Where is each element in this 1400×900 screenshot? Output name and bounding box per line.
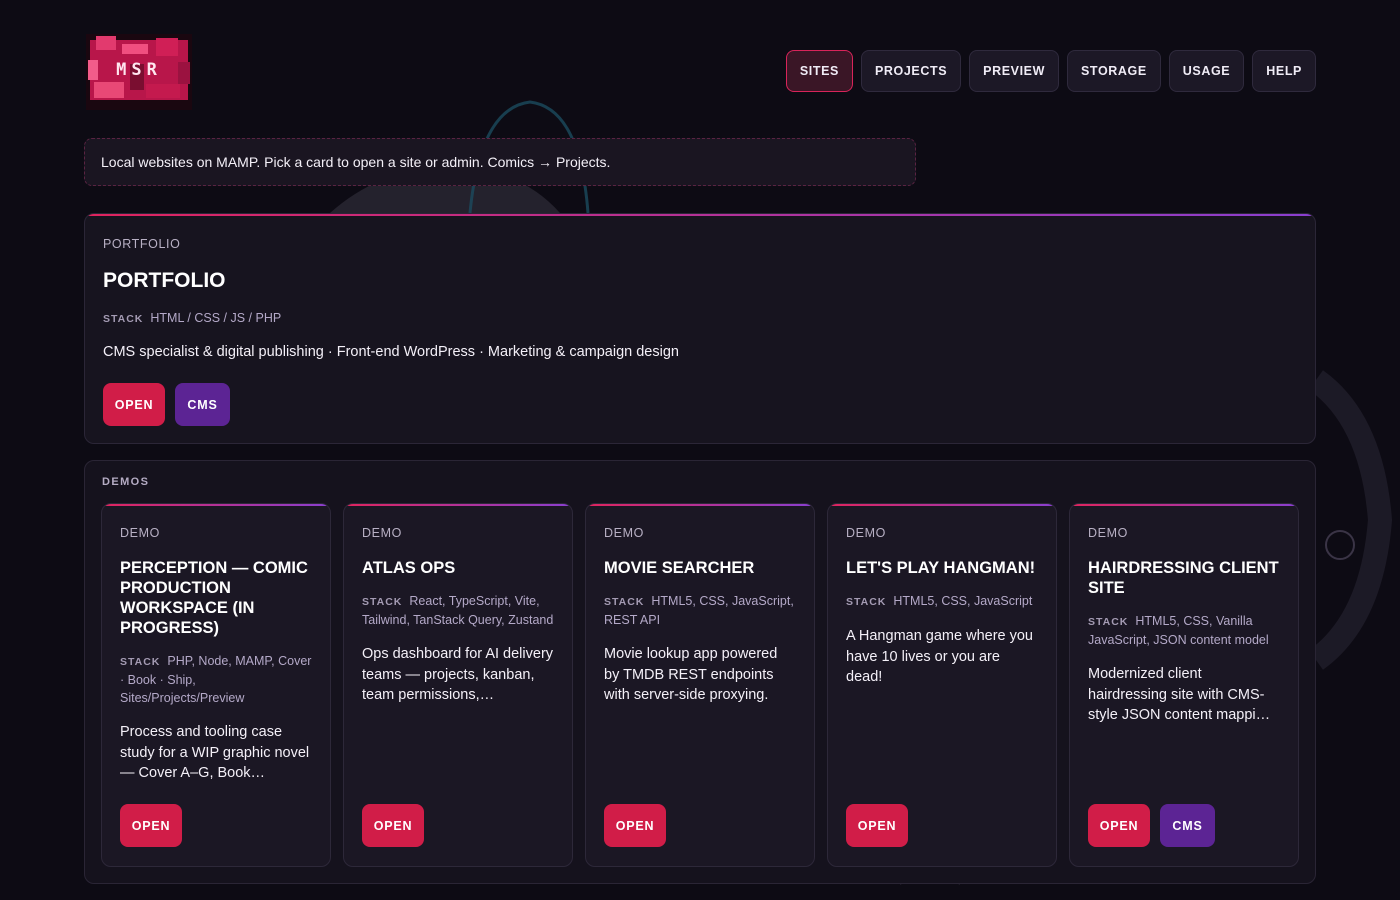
portfolio-actions: OPEN CMS [103, 383, 230, 426]
demo-stack: STACK HTML5, CSS, Vanilla JavaScript, JSO… [1088, 612, 1280, 649]
demo-description: Movie lookup app powered by TMDB REST en… [604, 646, 778, 704]
demo-kicker: DEMO [120, 526, 160, 540]
nav-preview-button[interactable]: PREVIEW [969, 50, 1059, 92]
portfolio-cms-button[interactable]: CMS [175, 383, 230, 426]
demo-actions: OPEN [362, 804, 424, 847]
demo-card-perception: DEMO PERCEPTION — COMIC PRODUCTION WORKS… [101, 503, 331, 867]
demo-kicker: DEMO [604, 526, 644, 540]
portfolio-title: PORTFOLIO [103, 269, 226, 292]
demo-stack: STACK PHP, Node, MAMP, Cover · Book · Shi… [120, 652, 312, 707]
card-accent-line [586, 504, 814, 506]
stack-label: STACK [362, 596, 403, 608]
portfolio-kicker: PORTFOLIO [103, 237, 181, 251]
stack-label: STACK [120, 656, 161, 668]
demo-open-button[interactable]: OPEN [1088, 804, 1150, 847]
demo-description: A Hangman game where you have 10 lives o… [846, 628, 1033, 686]
logo-text: MSR [116, 60, 162, 80]
info-notice: Local websites on MAMP. Pick a card to o… [84, 138, 916, 186]
nav-sites-button[interactable]: SITES [785, 50, 853, 92]
demo-stack: STACK HTML5, CSS, JavaScript, REST API [604, 592, 796, 629]
demo-open-button[interactable]: OPEN [362, 804, 424, 847]
stack-value: HTML5, CSS, JavaScript [893, 594, 1033, 608]
site-logo[interactable]: MSR [86, 34, 192, 110]
demo-kicker: DEMO [1088, 526, 1128, 540]
demo-stack: STACK React, TypeScript, Vite, Tailwind, … [362, 592, 554, 629]
demo-stack: STACK HTML5, CSS, JavaScript [846, 592, 1038, 611]
demo-card-movie-searcher: DEMO MOVIE SEARCHER STACK HTML5, CSS, Jav… [585, 503, 815, 867]
demo-open-button[interactable]: OPEN [846, 804, 908, 847]
card-accent-line [102, 504, 330, 506]
demo-title: MOVIE SEARCHER [604, 559, 755, 577]
demo-kicker: DEMO [846, 526, 886, 540]
demo-description: Ops dashboard for AI delivery teams — pr… [362, 646, 554, 704]
demo-description: Modernized client hairdressing site with… [1088, 666, 1271, 724]
demo-title: LET'S PLAY HANGMAN! [846, 559, 1036, 577]
nav-projects-button[interactable]: PROJECTS [860, 50, 962, 92]
portfolio-card: PORTFOLIO PORTFOLIO STACK HTML / CSS / JS… [84, 213, 1316, 444]
stack-label: STACK [604, 596, 645, 608]
portfolio-open-button[interactable]: OPEN [103, 383, 165, 426]
demo-card-hairdressing: DEMO HAIRDRESSING CLIENT SITE STACK HTML5… [1069, 503, 1299, 867]
demo-card-hangman: DEMO LET'S PLAY HANGMAN! STACK HTML5, CSS… [827, 503, 1057, 867]
card-accent-line [828, 504, 1056, 506]
demo-title: PERCEPTION — COMIC PRODUCTION WORKSPACE … [120, 559, 308, 637]
demo-open-button[interactable]: OPEN [604, 804, 666, 847]
demo-open-button[interactable]: OPEN [120, 804, 182, 847]
nav-storage-button[interactable]: STORAGE [1067, 50, 1161, 92]
nav-help-button[interactable]: HELP [1252, 50, 1316, 92]
demo-actions: OPEN [120, 804, 182, 847]
stack-label: STACK [1088, 616, 1129, 628]
demo-kicker: DEMO [362, 526, 402, 540]
demo-title: HAIRDRESSING CLIENT SITE [1088, 559, 1279, 597]
demo-description: Process and tooling case study for a WIP… [120, 724, 310, 782]
demo-actions: OPEN CMS [1088, 804, 1215, 847]
demo-card-atlas-ops: DEMO ATLAS OPS STACK React, TypeScript, V… [343, 503, 573, 867]
portfolio-description: CMS specialist & digital publishing · Fr… [103, 344, 679, 360]
demos-heading: DEMOS [102, 476, 150, 488]
demo-actions: OPEN [846, 804, 908, 847]
demo-actions: OPEN [604, 804, 666, 847]
card-accent-line [344, 504, 572, 506]
card-accent-line [1070, 504, 1298, 506]
stack-label: STACK [846, 596, 887, 608]
top-nav: SITES PROJECTS PREVIEW STORAGE USAGE HEL… [785, 50, 1316, 92]
demo-cms-button[interactable]: CMS [1160, 804, 1215, 847]
demo-title: ATLAS OPS [362, 559, 456, 577]
stack-label: STACK [103, 313, 144, 325]
nav-usage-button[interactable]: USAGE [1168, 50, 1245, 92]
portfolio-stack: STACK HTML / CSS / JS / PHP [103, 309, 281, 328]
card-accent-line [85, 214, 1315, 216]
demos-section: DEMOS DEMO PERCEPTION — COMIC PRODUCTION… [84, 460, 1316, 884]
stack-value: HTML / CSS / JS / PHP [150, 311, 282, 325]
demo-grid: DEMO PERCEPTION — COMIC PRODUCTION WORKS… [101, 503, 1299, 867]
